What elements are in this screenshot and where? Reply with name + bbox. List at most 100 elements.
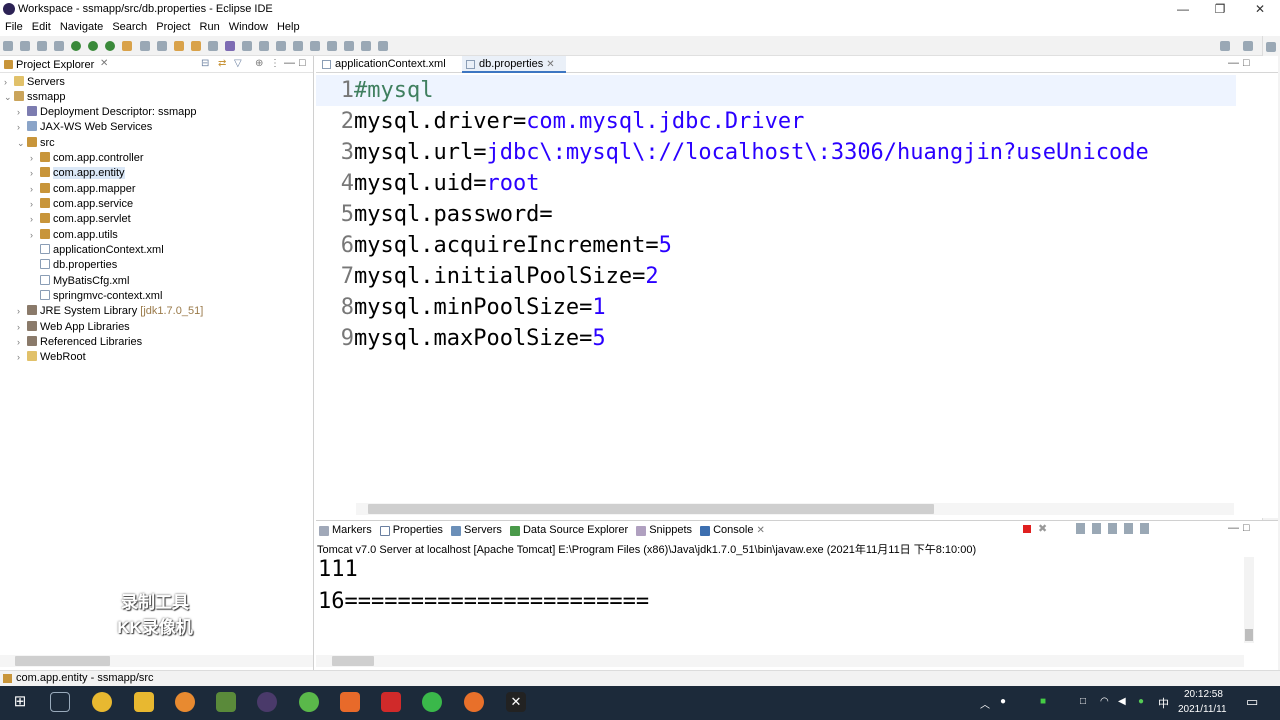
expand-arrow-icon[interactable]: › (17, 105, 27, 120)
tree-item-package[interactable]: › com.app.entity (30, 166, 125, 181)
tree-item-file[interactable]: db.properties (40, 258, 117, 273)
minimize-button[interactable]: — (1163, 0, 1203, 19)
tree-item-package[interactable]: › com.app.servlet (30, 212, 131, 227)
new-server-icon[interactable] (139, 41, 150, 51)
wifi-icon[interactable]: ◠ (1100, 696, 1109, 707)
menu-search[interactable]: Search (107, 19, 147, 33)
code-line[interactable]: 7mysql.initialPoolSize=2 (316, 261, 659, 292)
new-package-icon[interactable] (173, 41, 184, 51)
left-horizontal-scrollbar[interactable] (0, 655, 313, 667)
recorder-icon[interactable] (464, 692, 484, 712)
code-line[interactable]: 3mysql.url=jdbc\:mysql\://localhost\:330… (316, 137, 1149, 168)
last-edit-icon[interactable] (327, 41, 338, 51)
open-perspective-icon[interactable] (1243, 41, 1253, 51)
menu-window[interactable]: Window (224, 19, 268, 33)
expand-arrow-icon[interactable]: › (30, 182, 40, 197)
scrollbar-thumb[interactable] (15, 656, 110, 666)
expand-arrow-icon[interactable]: › (17, 320, 27, 335)
close-tab-icon[interactable]: ✕ (546, 59, 554, 70)
expand-arrow-icon[interactable]: › (17, 120, 27, 135)
remove-launch-icon[interactable]: ✖ (1038, 522, 1047, 535)
search-tool-icon[interactable] (207, 41, 218, 51)
close-button[interactable]: ✕ (1240, 0, 1280, 19)
expand-arrow-icon[interactable]: › (4, 75, 14, 90)
tree-item-webroot[interactable]: › WebRoot (17, 350, 86, 365)
collapse-arrow-icon[interactable]: ⌄ (4, 90, 14, 105)
tray-app-icon[interactable]: ■ (1040, 696, 1046, 707)
tab-markers[interactable]: Markers (319, 524, 372, 536)
previous-annotation-icon[interactable] (310, 41, 321, 51)
wechat-tray-icon[interactable]: ● (1138, 696, 1144, 707)
toggle-mark-icon[interactable] (241, 41, 252, 51)
menu-navigate[interactable]: Navigate (55, 19, 103, 33)
expand-arrow-icon[interactable]: › (30, 228, 40, 243)
back-icon[interactable] (344, 41, 355, 51)
menu-help[interactable]: Help (272, 19, 300, 33)
search-icon[interactable] (1220, 41, 1230, 51)
new-icon[interactable] (3, 41, 13, 51)
tab-properties[interactable]: Properties (379, 524, 443, 536)
file-explorer-icon[interactable] (134, 692, 154, 712)
close-tab-icon[interactable]: ✕ (100, 58, 108, 69)
minimize-view-icon[interactable]: — (284, 57, 295, 69)
console-horizontal-scrollbar[interactable] (316, 655, 1244, 667)
pin-editor-icon[interactable] (378, 41, 389, 51)
block-selection-icon[interactable] (276, 41, 286, 51)
eclipse-taskbar-icon[interactable] (257, 692, 277, 712)
capcut-icon[interactable]: ✕ (506, 692, 526, 712)
tab-servers[interactable]: Servers (451, 524, 502, 536)
maximize-button[interactable]: ❐ (1200, 0, 1240, 19)
tab-console[interactable]: Console ✕ (700, 524, 765, 536)
menu-file[interactable]: File (0, 19, 23, 33)
forward-icon[interactable] (361, 41, 372, 51)
expand-arrow-icon[interactable]: › (30, 151, 40, 166)
run-icon[interactable] (88, 41, 99, 51)
new-java-project-icon[interactable] (156, 41, 167, 51)
clock-date[interactable]: 2021/11/11 (1178, 704, 1227, 715)
save-all-icon[interactable] (37, 41, 48, 51)
code-line[interactable]: 1#mysql (316, 75, 1236, 106)
tab-snippets[interactable]: Snippets (636, 524, 692, 536)
tree-item-package[interactable]: › com.app.utils (30, 228, 118, 243)
collapse-arrow-icon[interactable]: ⌄ (17, 136, 27, 151)
green-app-icon[interactable] (299, 692, 319, 712)
whitespace-icon[interactable] (258, 41, 269, 51)
orange-app-icon[interactable] (340, 692, 360, 712)
external-tools-icon[interactable] (122, 41, 133, 51)
code-line[interactable]: 5mysql.password= (316, 199, 553, 230)
minimize-editor-icon[interactable]: — (1228, 57, 1239, 69)
focus-icon[interactable]: ⊕ (255, 58, 263, 69)
tree-item-src[interactable]: ⌄ src (17, 136, 55, 151)
microphone-icon[interactable]: ● (1000, 696, 1006, 707)
open-type-icon[interactable] (190, 41, 201, 51)
tree-item-file[interactable]: MyBatisCfg.xml (40, 274, 129, 289)
minimize-view-icon[interactable]: — (1228, 522, 1239, 534)
input-method-indicator[interactable]: 中 (1158, 695, 1169, 711)
scrollbar-thumb[interactable] (368, 504, 934, 514)
code-line[interactable]: 4mysql.uid=root (316, 168, 540, 199)
volume-icon[interactable]: ◀ (1118, 696, 1126, 707)
tree-item-package[interactable]: › com.app.mapper (30, 182, 136, 197)
windows-start-icon[interactable]: ⊞ (10, 692, 30, 712)
expand-arrow-icon[interactable]: › (30, 197, 40, 212)
expand-arrow-icon[interactable]: › (30, 212, 40, 227)
menu-edit[interactable]: Edit (27, 19, 51, 33)
close-tab-icon[interactable]: ✕ (757, 525, 765, 536)
tree-item-ssmapp[interactable]: ⌄ ssmapp (4, 90, 66, 105)
code-line[interactable]: 8mysql.minPoolSize=1 (316, 292, 606, 323)
scrollbar-thumb[interactable] (332, 656, 374, 666)
tree-item-package[interactable]: › com.app.service (30, 197, 133, 212)
tree-item-file[interactable]: applicationContext.xml (40, 243, 164, 258)
collapse-all-icon[interactable]: ⊟ (201, 58, 209, 69)
expand-arrow-icon[interactable]: › (17, 350, 27, 365)
expand-arrow-icon[interactable]: › (30, 166, 40, 181)
tree-item-package[interactable]: › com.app.controller (30, 151, 144, 166)
console-vertical-scrollbar[interactable] (1244, 557, 1254, 643)
tree-item-jre-library[interactable]: › JRE System Library [jdk1.7.0_51] (17, 304, 203, 319)
task-view-icon[interactable] (50, 692, 70, 712)
maximize-view-icon[interactable]: □ (1243, 522, 1250, 534)
coverage-icon[interactable] (105, 41, 116, 51)
terminate-icon[interactable] (1023, 525, 1031, 533)
tray-chevron-icon[interactable]: ︿ (980, 696, 990, 711)
expand-arrow-icon[interactable]: › (17, 304, 27, 319)
